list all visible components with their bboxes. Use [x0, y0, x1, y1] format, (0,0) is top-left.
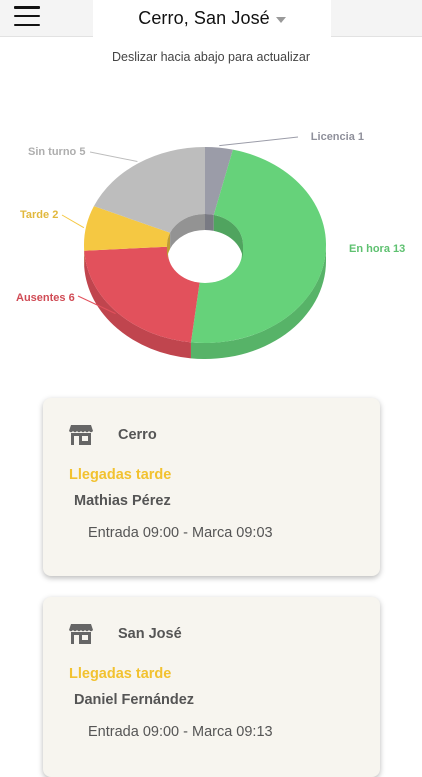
entry-time-detail: Entrada 09:00 - Marca 09:03 — [88, 525, 273, 541]
caret-down-icon — [276, 17, 286, 23]
store-icon — [69, 424, 93, 446]
leader-line-sin-turno — [90, 152, 137, 161]
leader-line-licencia — [219, 137, 298, 146]
late-arrivals-heading: Llegadas tarde — [69, 666, 171, 682]
pull-to-refresh-hint: Deslizar hacia abajo para actualizar — [0, 50, 422, 64]
attendance-donut-chart: Licencia 1 En hora 13 Ausentes 6 Tarde 2 Sin… — [0, 110, 422, 380]
late-arrivals-heading: Llegadas tarde — [69, 467, 171, 483]
location-card-cerro[interactable]: Cerro Llegadas tarde Mathias Pérez Entra… — [43, 398, 380, 576]
location-title: Cerro, San José — [138, 8, 270, 29]
hamburger-menu-icon[interactable] — [14, 6, 40, 26]
employee-name: Mathias Pérez — [74, 493, 171, 509]
employee-name: Daniel Fernández — [74, 692, 194, 708]
card-title: Cerro — [118, 427, 157, 443]
top-bar: Cerro, San José — [0, 0, 422, 37]
card-header: Cerro — [69, 424, 157, 446]
card-header: San José — [69, 623, 182, 645]
slice-label-ausentes: Ausentes 6 — [16, 292, 75, 304]
slice-label-sin-turno: Sin turno 5 — [28, 146, 85, 158]
slice-inner-licencia-0 — [205, 214, 214, 231]
location-selector[interactable]: Cerro, San José — [93, 0, 331, 37]
location-card-san-jose[interactable]: San José Llegadas tarde Daniel Fernández… — [43, 597, 380, 777]
slice-label-en-hora: En hora 13 — [349, 243, 405, 255]
store-icon — [69, 623, 93, 645]
leader-line-tarde — [62, 215, 84, 228]
entry-time-detail: Entrada 09:00 - Marca 09:13 — [88, 724, 273, 740]
slice-label-licencia: Licencia 1 — [311, 131, 364, 143]
card-title: San José — [118, 626, 182, 642]
slice-label-tarde: Tarde 2 — [20, 209, 58, 221]
